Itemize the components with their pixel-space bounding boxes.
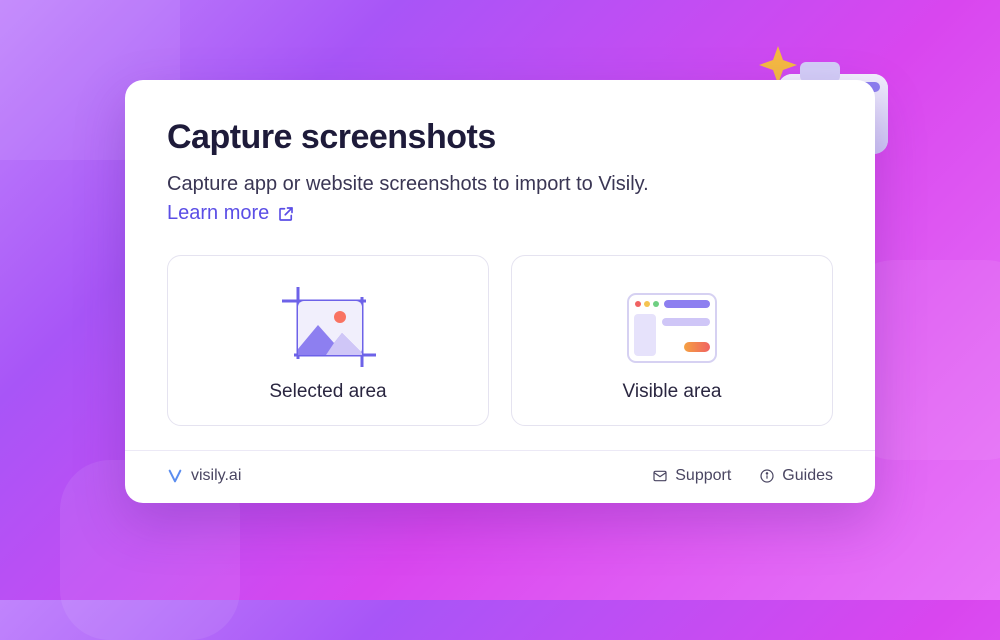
page-subtitle: Capture app or website screenshots to im… bbox=[167, 173, 833, 196]
learn-more-link[interactable]: Learn more bbox=[167, 202, 295, 225]
external-link-icon bbox=[277, 205, 295, 223]
guides-link[interactable]: Guides bbox=[759, 467, 833, 485]
crop-image-icon bbox=[178, 280, 478, 375]
capture-options: Selected area bbox=[167, 255, 833, 426]
learn-more-label: Learn more bbox=[167, 202, 269, 225]
brand-link[interactable]: visily.ai bbox=[167, 467, 241, 485]
footer: visily.ai Support Guides bbox=[125, 450, 875, 503]
page-title: Capture screenshots bbox=[167, 118, 833, 157]
option-visible-area[interactable]: Visible area bbox=[511, 255, 833, 426]
capture-card: Capture screenshots Capture app or websi… bbox=[125, 80, 875, 503]
option-selected-area[interactable]: Selected area bbox=[167, 255, 489, 426]
browser-window-icon bbox=[522, 280, 822, 375]
option-label: Selected area bbox=[178, 381, 478, 403]
guides-label: Guides bbox=[782, 467, 833, 485]
support-link[interactable]: Support bbox=[652, 467, 731, 485]
info-icon bbox=[759, 468, 775, 484]
support-label: Support bbox=[675, 467, 731, 485]
option-label: Visible area bbox=[522, 381, 822, 403]
brand-label: visily.ai bbox=[191, 467, 241, 485]
visily-logo-icon bbox=[167, 468, 183, 484]
mail-icon bbox=[652, 468, 668, 484]
